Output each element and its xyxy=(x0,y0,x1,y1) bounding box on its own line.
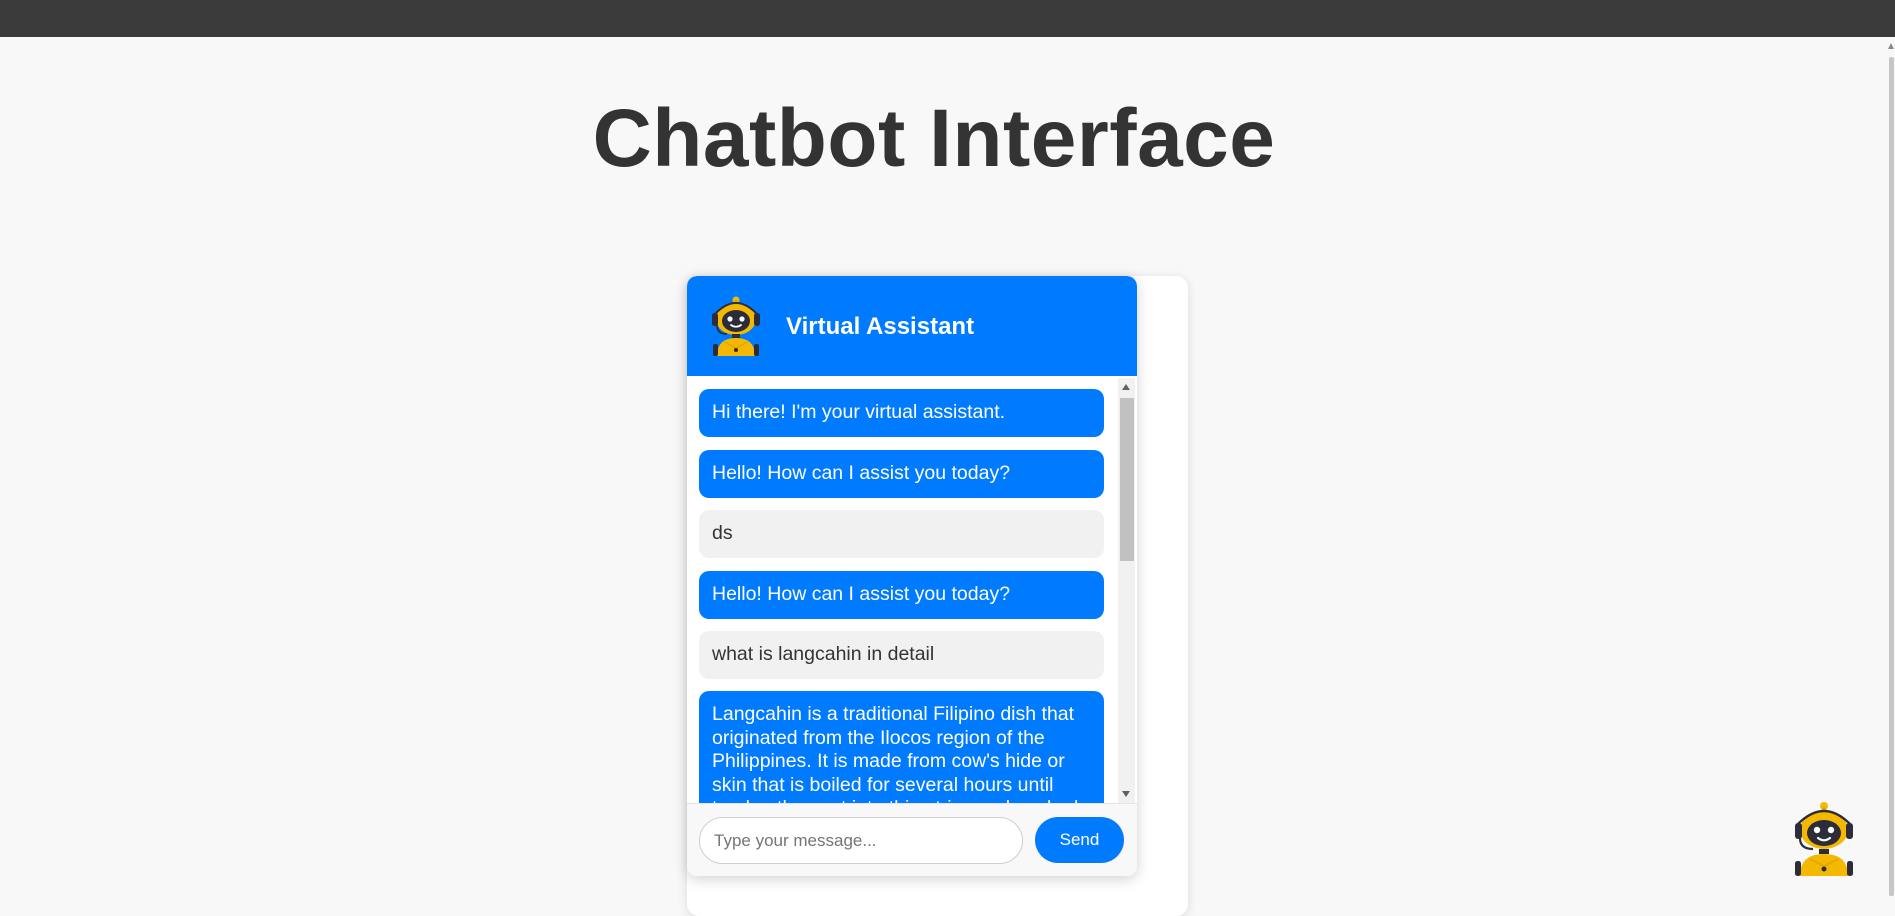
robot-launcher-icon[interactable] xyxy=(1786,800,1862,876)
message-scroll-thumb[interactable] xyxy=(1120,398,1134,561)
user-message: ds xyxy=(699,510,1104,558)
page-scroll-up-icon[interactable] xyxy=(1888,43,1894,49)
page-scrollbar[interactable] xyxy=(1888,37,1895,896)
bot-message: Hi there! I'm your virtual assistant. xyxy=(699,389,1104,437)
scroll-down-icon[interactable] xyxy=(1122,791,1130,797)
browser-top-bar xyxy=(0,0,1895,37)
page-scroll-thumb[interactable] xyxy=(1889,57,1894,896)
chat-header-title: Virtual Assistant xyxy=(786,313,975,340)
scroll-up-icon[interactable] xyxy=(1122,384,1130,390)
robot-avatar-icon xyxy=(712,296,760,356)
input-bar: Send xyxy=(687,803,1137,876)
chat-header: Virtual Assistant xyxy=(687,276,1137,376)
bot-message: Hello! How can I assist you today? xyxy=(699,571,1104,619)
message-input[interactable] xyxy=(699,817,1023,864)
bot-message: Langcahin is a traditional Filipino dish… xyxy=(699,691,1104,803)
page-title: Chatbot Interface xyxy=(592,93,1276,184)
message-scrollbar[interactable] xyxy=(1118,378,1135,803)
user-message: what is langcahin in detail xyxy=(699,631,1104,679)
send-button[interactable]: Send xyxy=(1035,817,1124,863)
bot-message: Hello! How can I assist you today? xyxy=(699,450,1104,498)
chat-window: Virtual Assistant Hi there! I'm your vir… xyxy=(687,276,1137,876)
message-list[interactable]: Hi there! I'm your virtual assistant. He… xyxy=(687,376,1137,803)
